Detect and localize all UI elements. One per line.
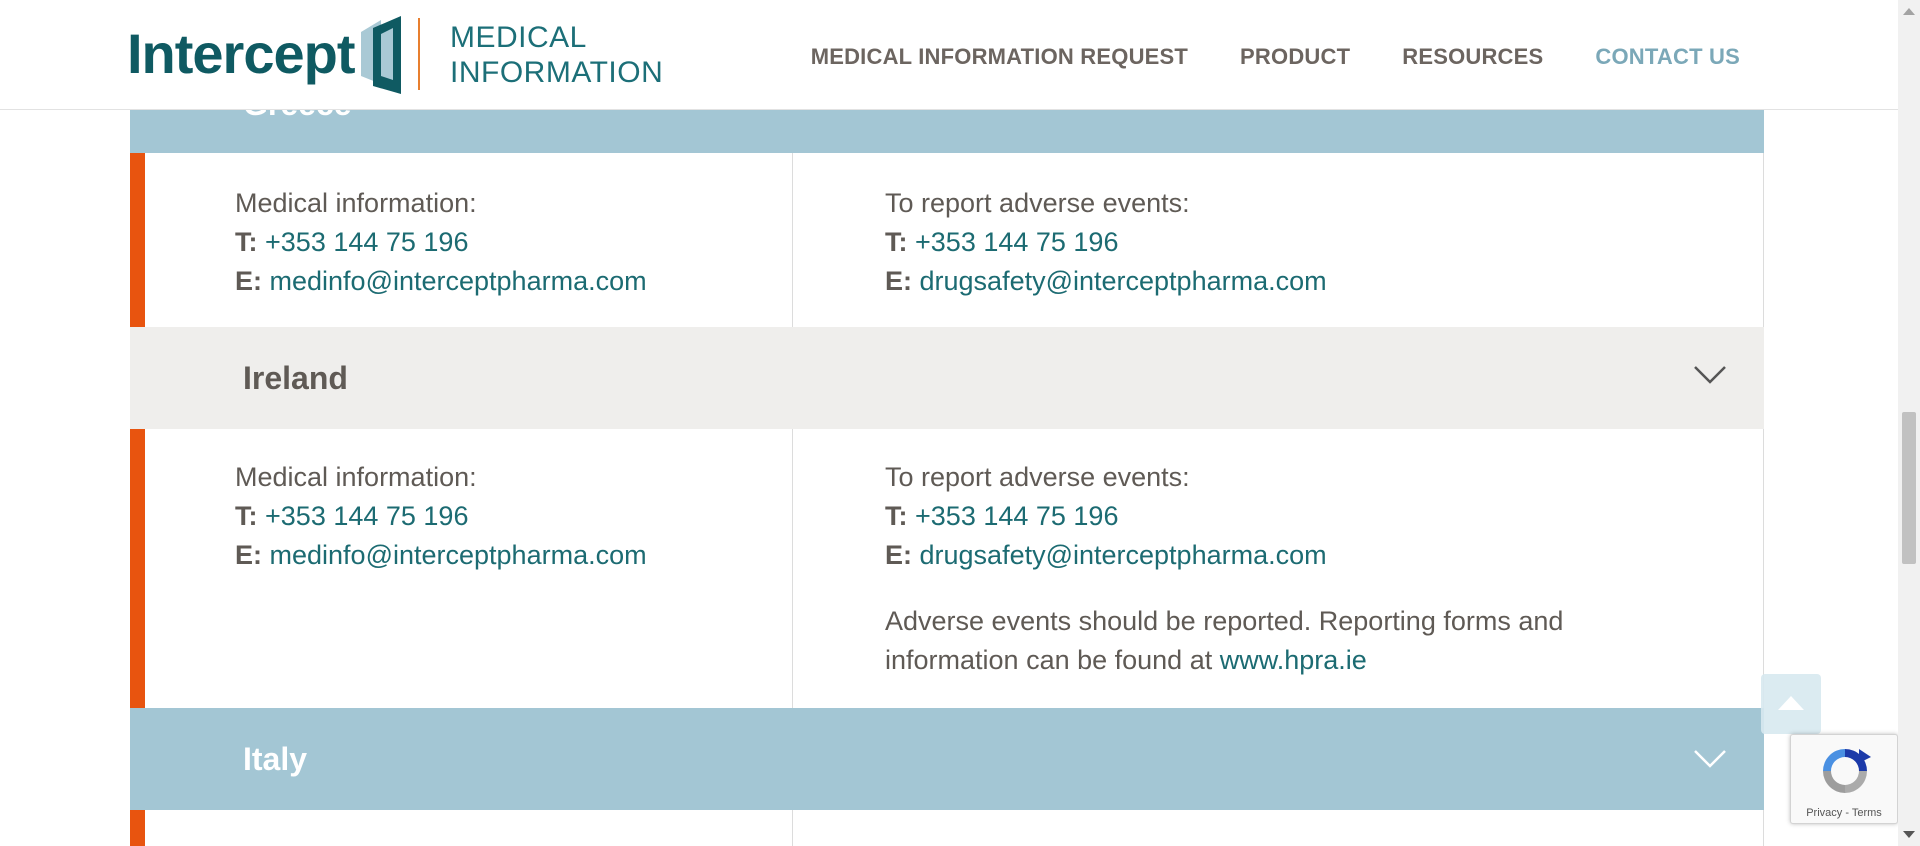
hpra-link[interactable]: www.hpra.ie <box>1220 645 1367 675</box>
recaptcha-terms-link[interactable]: Terms <box>1852 807 1882 819</box>
nav-contact-us[interactable]: CONTACT US <box>1595 44 1740 70</box>
email-label: E: <box>885 540 912 570</box>
adverse-email-link[interactable]: drugsafety@interceptpharma.com <box>920 540 1327 570</box>
accent-bar <box>130 153 145 327</box>
scroll-up-arrow-icon[interactable] <box>1903 8 1915 15</box>
column-divider <box>792 810 793 846</box>
medical-info-heading: Medical information: <box>235 188 477 218</box>
medical-email-link[interactable]: medinfo@interceptpharma.com <box>270 266 647 296</box>
intercept-logo[interactable]: Intercept <box>127 14 405 94</box>
chevron-down-icon <box>1694 750 1726 768</box>
recaptcha-badge[interactable]: Privacy - Terms <box>1790 734 1898 824</box>
accordion-panel-ireland: Medical information: T: +353 144 75 196 … <box>130 429 1764 708</box>
email-label: E: <box>235 266 262 296</box>
reporting-note: Adverse events should be reported. Repor… <box>885 602 1563 680</box>
accent-bar <box>130 429 145 708</box>
logo-wordmark: Intercept <box>127 22 355 85</box>
reporting-note-line1: Adverse events should be reported. Repor… <box>885 606 1564 636</box>
adverse-events-heading: To report adverse events: <box>885 462 1190 492</box>
recaptcha-privacy-link[interactable]: Privacy <box>1806 807 1842 819</box>
medical-info-heading: Medical information: <box>235 462 477 492</box>
phone-label: T: <box>885 227 908 257</box>
scroll-down-arrow-icon[interactable] <box>1903 831 1915 838</box>
accordion-panel-greece: Medical information: T: +353 144 75 196 … <box>130 153 1764 327</box>
logo-subtitle: MEDICAL INFORMATION <box>450 20 663 90</box>
nav-product[interactable]: PRODUCT <box>1240 44 1350 70</box>
phone-label: T: <box>235 501 258 531</box>
medical-phone-link[interactable]: +353 144 75 196 <box>265 501 468 531</box>
email-label: E: <box>885 266 912 296</box>
column-divider <box>792 429 793 708</box>
accordion-title-ireland: Ireland <box>243 360 348 396</box>
accordion-title-italy: Italy <box>243 741 308 777</box>
accent-bar <box>130 810 145 846</box>
adverse-email-link[interactable]: drugsafety@interceptpharma.com <box>920 266 1327 296</box>
scrollbar-thumb[interactable] <box>1902 412 1916 564</box>
adverse-events-column: To report adverse events: T: +353 144 75… <box>885 458 1563 680</box>
phone-label: T: <box>235 227 258 257</box>
medical-phone-link[interactable]: +353 144 75 196 <box>265 227 468 257</box>
recaptcha-icon <box>1823 749 1871 793</box>
column-divider <box>792 153 793 327</box>
medical-info-column: Medical information: T: +353 144 75 196 … <box>235 458 647 575</box>
accordion-header-italy[interactable]: Italy <box>130 708 1764 810</box>
page-scrollbar[interactable] <box>1898 0 1920 846</box>
logo-subtitle-line2: INFORMATION <box>450 56 664 89</box>
medical-email-link[interactable]: medinfo@interceptpharma.com <box>270 540 647 570</box>
reporting-note-line2: information can be found at <box>885 645 1213 675</box>
recaptcha-separator: - <box>1845 807 1849 819</box>
medical-info-column: Medical information: T: +353 144 75 196 … <box>235 184 647 301</box>
chevron-down-icon <box>1694 366 1726 384</box>
back-to-top-button[interactable] <box>1761 674 1821 734</box>
accordion-header-ireland[interactable]: Ireland <box>130 327 1764 429</box>
phone-label: T: <box>885 501 908 531</box>
adverse-phone-link[interactable]: +353 144 75 196 <box>915 227 1118 257</box>
email-label: E: <box>235 540 262 570</box>
site-header: Intercept MEDICAL INFORMATION MEDICAL IN… <box>0 0 1898 110</box>
arrow-up-icon <box>1778 696 1804 710</box>
adverse-events-heading: To report adverse events: <box>885 188 1190 218</box>
recaptcha-links: Privacy - Terms <box>1791 807 1897 819</box>
adverse-events-column: To report adverse events: T: +353 144 75… <box>885 184 1327 301</box>
logo-door-icon <box>360 16 401 94</box>
logo-divider <box>418 18 420 90</box>
adverse-phone-link[interactable]: +353 144 75 196 <box>915 501 1118 531</box>
nav-medical-information-request[interactable]: MEDICAL INFORMATION REQUEST <box>811 44 1188 70</box>
nav-resources[interactable]: RESOURCES <box>1402 44 1543 70</box>
accordion-panel-italy <box>130 810 1764 846</box>
main-nav: MEDICAL INFORMATION REQUEST PRODUCT RESO… <box>811 44 1740 70</box>
logo-subtitle-line1: MEDICAL <box>450 21 587 54</box>
